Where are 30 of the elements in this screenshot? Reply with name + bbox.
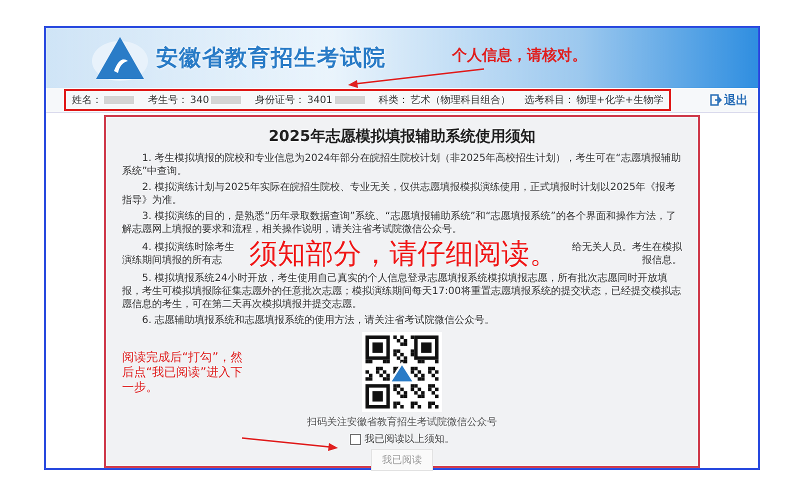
notice-text: 演练期间填报的所有志 (122, 254, 223, 267)
notice-paragraph: 3. 模拟演练的目的，是熟悉“历年录取数据查询”系统、“志愿填报辅助系统”和“志愿填报系统”的各个界面和操作方法，了解志愿网上填报的要求和流程，相关操作说明，请关注省考试院微信公众号。 (122, 210, 677, 236)
info-value: 艺术（物理科目组合） (410, 94, 511, 107)
info-label: 选考科目： (524, 94, 575, 107)
site-title: 安徽省教育招生考试院 (156, 44, 386, 73)
annotation-text: 阅读完成后“打勾”，然后点“我已阅读”进入下一步。 (122, 350, 244, 395)
info-label: 姓名： (72, 94, 102, 107)
info-label: 考生号： (148, 94, 188, 107)
annotation-text: 个人信息，请核对。 (452, 46, 587, 65)
agree-checkbox[interactable] (350, 434, 360, 444)
info-value: 340 (190, 94, 210, 106)
qr-caption: 扫码关注安徽省教育招生考试院微信公众号 (307, 416, 497, 429)
notice-paragraph: 6. 志愿辅助填报系统和志愿填报系统的使用方法，请关注省考试院微信公众号。 (141, 314, 496, 327)
info-value: 物理+化学+生物学 (576, 94, 664, 107)
logout-link[interactable]: 退出 (710, 92, 748, 108)
info-label: 科类： (378, 94, 409, 107)
notice-text: 报信息。 (642, 254, 682, 267)
logout-label[interactable]: 退出 (724, 92, 748, 108)
info-label: 身份证号： (255, 94, 306, 107)
notice-text: 4. 模拟演练时除考生 (141, 241, 235, 254)
notice-paragraph: 1. 考生模拟填报的院校和专业信息为2024年部分在皖招生院校计划（非2025年高校招生计划），考生可在“志愿填报辅助系统”中查询。 (122, 152, 682, 178)
notice-paragraph: 5. 模拟填报系统24小时开放，考生使用自己真实的个人信息登录志愿填报系统模拟填报志愿，所有批次志愿同时开放填报，考生可模拟填报除征集志愿外的任意批次志愿；模拟演练期间每天17:00将重置志愿填报系统的提交状态，已经提交模拟志愿信息的考生，可在第二天再次模拟填报并提交志愿。 (122, 272, 682, 311)
notice-title: 2025年志愿模拟填报辅助系统使用须知 (268, 127, 536, 146)
notice-paragraph: 2. 模拟演练计划与2025年实际在皖招生院校、专业无关，仅供志愿填报模拟演练使用，正式填报时计划以2025年《报考指导》为准。 (122, 181, 677, 207)
info-value: 3401 (307, 94, 333, 106)
checkbox-label[interactable]: 我已阅读以上须知。 (364, 432, 454, 446)
annotation-text: 须知部分，请仔细阅读。 (249, 239, 558, 269)
notice-text: 给无关人员。考生在模拟 (572, 241, 682, 254)
logout-icon (710, 94, 722, 106)
qr-code-icon (362, 332, 442, 412)
